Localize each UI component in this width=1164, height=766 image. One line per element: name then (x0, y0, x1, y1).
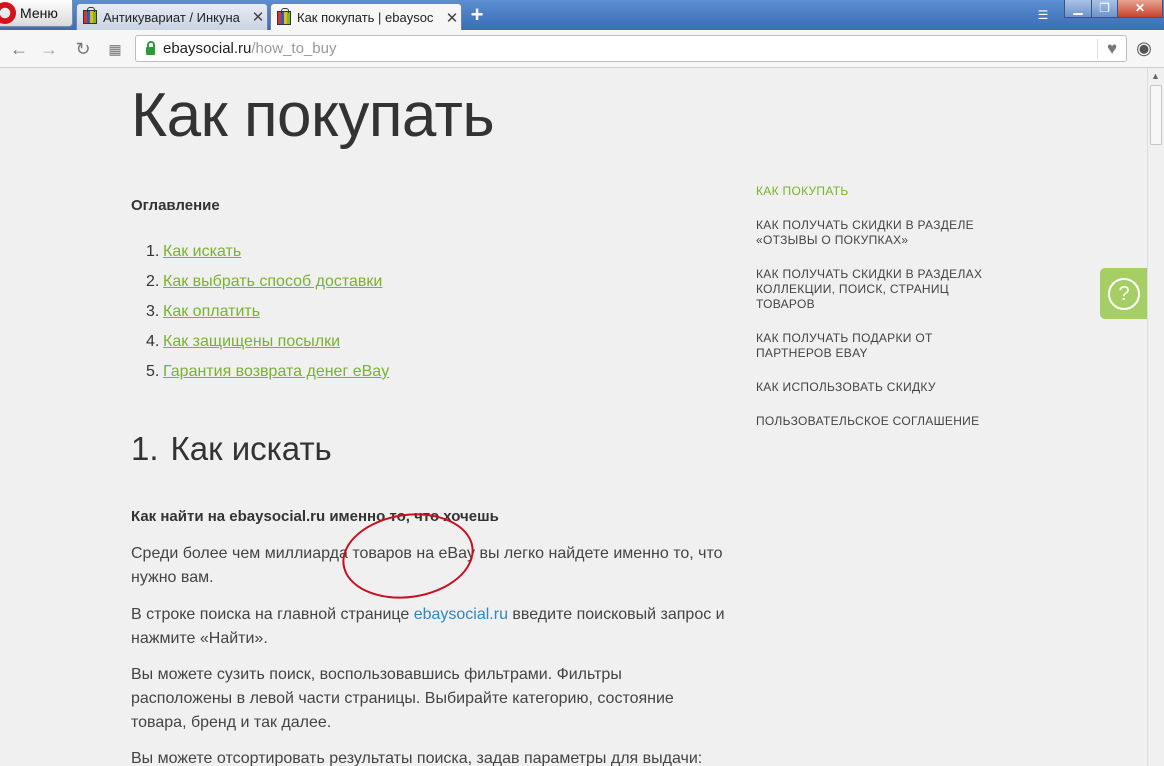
tab-title: Как покупать | ebaysoc (297, 10, 434, 25)
opera-logo-icon (0, 2, 16, 24)
browser-toolbar: ← → ↻ ▦ ebaysocial.ru/how_to_buy ♥ ◉ (0, 30, 1164, 68)
page-title: Как покупать (131, 81, 495, 150)
toc-number: 5. (146, 363, 160, 380)
paragraph: В строке поиска на главной странице ebay… (131, 603, 731, 651)
tab-antiquariat[interactable]: Антикувариат / Инкуна ✕ (76, 3, 268, 30)
tab-title: Антикувариат / Инкуна (103, 9, 240, 25)
bookmark-heart-icon[interactable]: ♥ (1097, 39, 1122, 59)
paragraph-text: В строке поиска на главной странице (131, 606, 414, 623)
toc-item: 2. Как выбрать способ доставки (146, 270, 389, 300)
window-titlebar: Меню Антикувариат / Инкуна ✕ Как покупат… (0, 0, 1164, 31)
side-nav-item-use-discount[interactable]: КАК ИСПОЛЬЗОВАТЬ СКИДКУ (756, 380, 1006, 395)
page-content: Как покупать Оглавление 1. Как искать 2. К… (0, 68, 1147, 766)
scrollbar-thumb[interactable] (1150, 85, 1162, 145)
question-icon: ? (1108, 278, 1140, 310)
side-nav-item-collection-discounts[interactable]: КАК ПОЛУЧАТЬ СКИДКИ В РАЗДЕЛАХ КОЛЛЕКЦИИ… (756, 267, 1006, 312)
tab-menu-icon[interactable]: ☰ (1034, 7, 1052, 23)
paragraph: Вы можете сузить поиск, воспользовавшись… (131, 666, 674, 731)
shopping-bag-icon (277, 7, 291, 25)
table-of-contents: 1. Как искать 2. Как выбрать способ достав… (146, 240, 389, 390)
opera-menu-button[interactable]: Меню (0, 0, 73, 27)
section-heading: 1. Как искать (131, 430, 332, 468)
close-window-button[interactable]: ✕ (1117, 0, 1163, 18)
scroll-up-arrow-icon[interactable]: ▲ (1151, 71, 1160, 81)
secure-lock-icon (146, 40, 155, 55)
toc-number: 4. (146, 333, 160, 350)
vertical-scrollbar[interactable]: ▲ (1147, 68, 1164, 766)
toc-link-delivery[interactable]: Как выбрать способ доставки (163, 273, 382, 290)
toc-item: 3. Как оплатить (146, 300, 389, 330)
new-tab-button[interactable]: + (466, 4, 488, 26)
toc-link-search[interactable]: Как искать (163, 243, 241, 260)
section-title: Как искать (170, 430, 332, 467)
forward-arrow-icon[interactable]: → (38, 38, 60, 60)
reload-icon[interactable]: ↻ (72, 38, 94, 60)
address-bar[interactable]: ebaysocial.ru/how_to_buy ♥ (135, 35, 1127, 62)
side-nav-item-user-agreement[interactable]: ПОЛЬЗОВАТЕЛЬСКОЕ СОГЛАШЕНИЕ (756, 414, 1006, 429)
close-tab-icon[interactable]: ✕ (443, 9, 461, 27)
help-widget-button[interactable]: ? (1100, 268, 1147, 319)
shopping-bag-icon (83, 7, 97, 24)
toc-link-payment[interactable]: Как оплатить (163, 303, 260, 320)
side-nav-item-review-discounts[interactable]: КАК ПОЛУЧАТЬ СКИДКИ В РАЗДЕЛЕ «ОТЗЫВЫ О … (756, 218, 1006, 248)
maximize-button[interactable]: ❐ (1091, 0, 1118, 18)
speed-dial-grid-icon[interactable]: ▦ (104, 38, 126, 60)
close-tab-icon[interactable]: ✕ (249, 8, 267, 26)
side-nav-item-how-to-buy[interactable]: КАК ПОКУПАТЬ (756, 184, 1006, 199)
toc-number: 3. (146, 303, 160, 320)
toc-link-protection[interactable]: Как защищены посылки (163, 333, 340, 350)
minimize-button[interactable]: ▁ (1064, 0, 1092, 18)
account-profile-icon[interactable]: ◉ (1134, 38, 1154, 58)
toc-heading: Оглавление (131, 197, 220, 214)
toc-link-money-back[interactable]: Гарантия возврата денег eBay (163, 363, 389, 380)
toc-item: 1. Как искать (146, 240, 389, 270)
side-navigation: КАК ПОКУПАТЬ КАК ПОЛУЧАТЬ СКИДКИ В РАЗДЕ… (756, 184, 1006, 448)
toc-item: 5. Гарантия возврата денег eBay (146, 360, 389, 390)
back-arrow-icon[interactable]: ← (8, 38, 30, 60)
url-path: /how_to_buy (251, 40, 337, 57)
paragraph: Вы можете отсортировать результаты поиск… (131, 750, 703, 766)
menu-label: Меню (20, 5, 58, 21)
site-link[interactable]: ebaysocial.ru (414, 606, 508, 623)
tab-how-to-buy[interactable]: Как покупать | ebaysoc ✕ (270, 3, 462, 31)
url-host: ebaysocial.ru (163, 40, 252, 57)
side-nav-item-partner-gifts[interactable]: КАК ПОЛУЧАТЬ ПОДАРКИ ОТ ПАРТНЕРОВ EBAY (756, 331, 1006, 361)
toc-number: 2. (146, 273, 160, 290)
toc-number: 1. (146, 243, 160, 260)
section-number: 1. (131, 430, 159, 467)
toc-item: 4. Как защищены посылки (146, 330, 389, 360)
